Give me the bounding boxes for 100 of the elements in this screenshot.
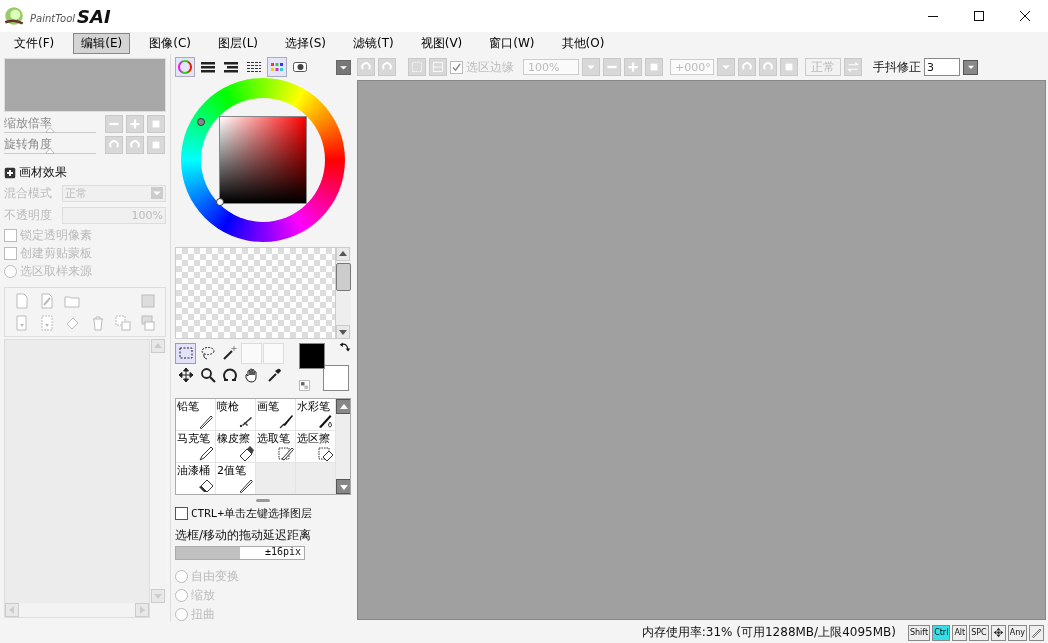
down-arrow-icon	[339, 482, 348, 491]
modifier-key-indicator: SPC	[969, 624, 989, 641]
modifier-key-indicator: Ctrl	[932, 624, 951, 641]
watercolor-brush-icon	[318, 413, 334, 430]
radio-button[interactable]	[175, 569, 188, 583]
color-mode-tab[interactable]	[267, 57, 287, 77]
page-pencil-icon	[39, 293, 55, 309]
undo-icon	[360, 61, 372, 73]
menu-item[interactable]: 文件(F)	[6, 32, 63, 54]
modifier-key-indicator: Alt	[952, 624, 968, 641]
rotate-left-icon	[741, 61, 753, 73]
radio-button[interactable]	[4, 264, 17, 278]
flip-icon	[847, 61, 859, 73]
menu-item[interactable]: 窗口(W)	[481, 32, 543, 54]
reset-zoom-icon	[648, 61, 660, 73]
layer-add-icon	[140, 315, 157, 331]
left-arrow-icon	[8, 606, 16, 614]
maximize-icon	[974, 11, 984, 21]
folder-icon	[64, 293, 81, 309]
brush-tool[interactable]: 2值笔	[216, 463, 256, 495]
panel-menu-button[interactable]	[336, 59, 351, 75]
zoom-in-icon	[627, 61, 639, 73]
brush-tool[interactable]: 选取笔	[256, 431, 296, 464]
ctrl-click-option-label: CTRL+单击左键选择图层	[191, 505, 313, 521]
rotate-right-icon	[129, 138, 141, 151]
canvas-area[interactable]	[357, 80, 1046, 620]
menu-item[interactable]: 编辑(E)	[73, 32, 131, 54]
brush-tool[interactable]: 橡皮擦	[216, 431, 256, 464]
menu-item[interactable]: 视图(V)	[412, 32, 471, 54]
scroll-right-button[interactable]	[135, 603, 149, 617]
brush-tool[interactable]: 油漆桶	[176, 463, 216, 495]
texture-effect-label[interactable]: 画材效果	[19, 164, 67, 181]
brush-tool[interactable]: 水彩笔	[296, 399, 336, 432]
new-page-icon	[13, 293, 30, 309]
hue-marker[interactable]	[197, 118, 205, 127]
rectangle-select-icon	[177, 345, 194, 362]
color-marker[interactable]	[216, 198, 224, 207]
stabilizer-dropdown-button[interactable]	[963, 59, 978, 75]
zoom-in-icon	[129, 117, 141, 130]
color-square[interactable]	[219, 116, 307, 205]
slider-bars-icon	[223, 59, 239, 75]
foreground-color-swatch[interactable]	[299, 342, 325, 369]
checkbox[interactable]	[4, 246, 17, 260]
checkbox[interactable]	[450, 60, 463, 74]
list-lines-icon	[246, 59, 262, 75]
reset-rotation-icon	[783, 61, 795, 73]
rotate-left-icon	[108, 138, 120, 151]
color-mode-tab[interactable]	[175, 57, 195, 77]
brush-tool[interactable]: 铅笔	[176, 399, 216, 432]
move-arrows-icon	[177, 367, 194, 384]
modifier-key-indicator: Any	[1007, 624, 1027, 641]
pencil-icon	[198, 413, 214, 430]
brush-tool[interactable]: 喷枪	[216, 399, 256, 432]
redo-icon	[381, 61, 393, 73]
swap-arrow-icon	[339, 340, 351, 353]
page-down-icon	[13, 315, 30, 331]
paint-bucket-icon	[198, 477, 214, 494]
menu-item[interactable]: 其他(O)	[553, 32, 613, 54]
drag-distance-label: 选框/移动的拖动延迟距离	[175, 527, 312, 545]
radio-button[interactable]	[175, 588, 188, 602]
square-icon	[140, 293, 157, 309]
magnifier-icon	[199, 367, 216, 384]
deselect-icon	[411, 61, 423, 73]
color-wheel-icon	[177, 59, 193, 75]
up-arrow-icon	[154, 342, 162, 350]
vertical-scrollbar[interactable]	[336, 247, 351, 339]
reset-colors-icon	[299, 379, 310, 391]
checkbox[interactable]	[4, 228, 17, 242]
slider-bars-icon	[200, 59, 216, 75]
vertical-scrollbar[interactable]	[336, 399, 350, 495]
splitter-handle[interactable]	[256, 498, 270, 502]
expand-plus-icon	[4, 166, 16, 179]
menu-item[interactable]: 滤镜(T)	[345, 32, 402, 54]
up-arrow-icon	[339, 402, 348, 411]
pencil-icon	[238, 477, 254, 494]
drag-distance-slider[interactable]: ±16pix	[175, 546, 305, 560]
app-logo-icon	[4, 6, 24, 26]
magic-wand-icon	[221, 345, 238, 362]
background-color-swatch[interactable]	[323, 364, 349, 391]
layer-list[interactable]	[4, 339, 150, 618]
down-arrow-icon	[339, 327, 347, 336]
stabilizer-field[interactable]: 3	[924, 58, 960, 76]
radio-button[interactable]	[175, 607, 188, 621]
up-arrow-icon	[339, 250, 347, 259]
scroll-down-button[interactable]	[336, 479, 350, 495]
checkbox[interactable]	[175, 506, 188, 520]
marker-icon	[198, 445, 214, 462]
brush-tool[interactable]: 马克笔	[176, 431, 216, 464]
brush-tool[interactable]: 画笔	[256, 399, 296, 432]
horizontal-scrollbar[interactable]	[5, 603, 149, 617]
scroll-left-button[interactable]	[5, 603, 19, 617]
menu-item[interactable]: 图像(C)	[141, 32, 199, 54]
scroll-thumb[interactable]	[336, 263, 351, 292]
brush-tool[interactable]: 选区擦	[296, 431, 336, 464]
rotate-right-icon	[762, 61, 774, 73]
invert-selection-icon	[432, 61, 444, 73]
scroll-up-button[interactable]	[336, 399, 350, 415]
menu-item[interactable]: 图层(L)	[209, 32, 267, 54]
menu-item[interactable]: 选择(S)	[277, 32, 334, 54]
hand-icon	[243, 367, 260, 384]
